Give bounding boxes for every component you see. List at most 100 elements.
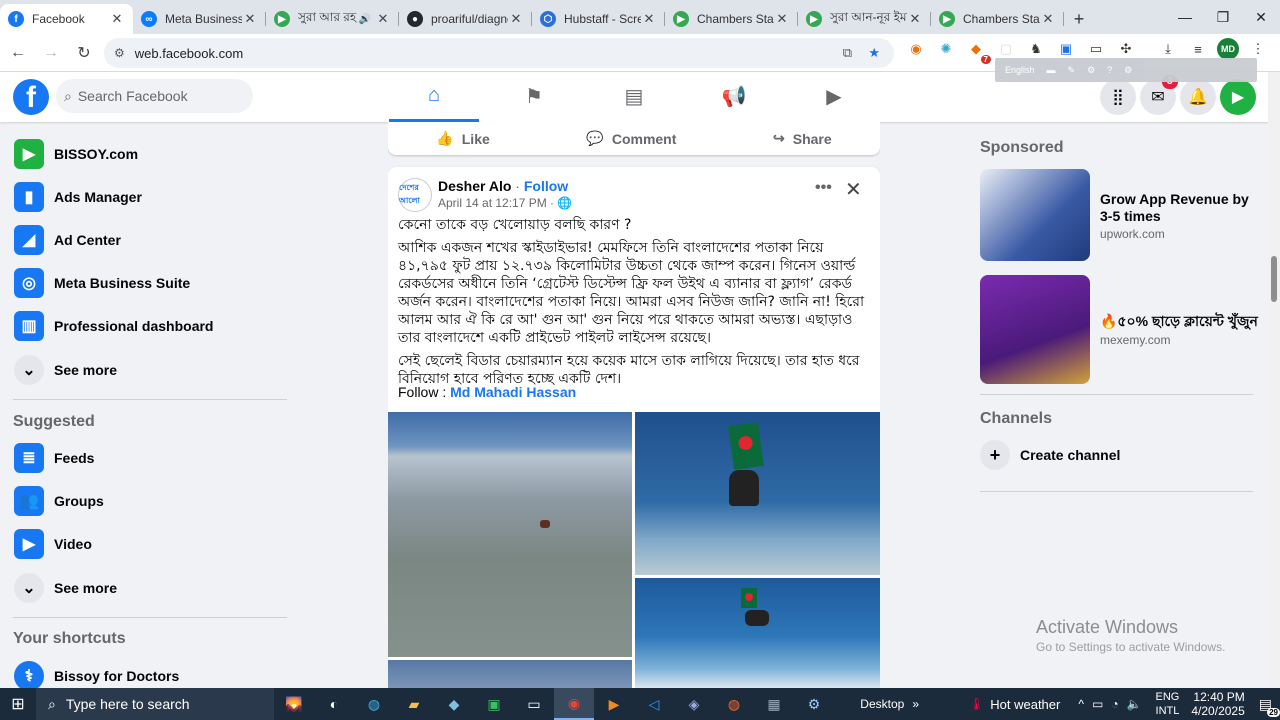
edge-icon[interactable]: ◍ [354,688,394,720]
post-photo-1[interactable] [388,412,632,657]
site-info-icon[interactable]: ⚙ [114,46,125,60]
browser-tab[interactable]: f Facebook ✕ [0,4,133,34]
nav-dashboard[interactable]: ▤ [589,72,679,120]
translate-icon[interactable]: ⚙ [1087,65,1095,76]
download-icon[interactable]: ⤓ [1157,38,1179,60]
menu-grid-button[interactable]: ⣿ [1100,79,1136,115]
close-tab-icon[interactable]: ✕ [109,11,125,27]
nav-home[interactable]: ⌂ [389,72,479,122]
ad-item[interactable]: Grow App Revenue by 3-5 times upwork.com [980,169,1260,279]
share-button[interactable]: ↪ Share [773,130,832,147]
close-window-icon[interactable]: ✕ [1242,0,1280,34]
sidebar-item[interactable]: ⌄ See more [8,350,288,390]
puzzle-icon[interactable]: ✣ [1115,38,1137,60]
close-tab-icon[interactable]: ✕ [375,11,391,27]
browser-tab[interactable]: ● proariful/diagno ✕ [399,4,532,34]
cast-icon[interactable]: ▭ [1085,38,1107,60]
browser-tab[interactable]: ▶ Chambers State✕ [665,4,798,34]
bookmark-star-icon[interactable]: ★ [868,45,880,61]
windows-start-icon[interactable]: ⊞ [0,688,36,720]
app-icon[interactable]: ◐ [314,688,354,720]
folder-icon[interactable]: ▰ [394,688,434,720]
extension-icon[interactable]: ▢ [995,38,1017,60]
volume-icon[interactable]: 🔈 [1127,697,1142,711]
chevron-icon[interactable]: » [912,697,919,711]
widget-icon[interactable]: 🌄 [274,688,314,720]
menu-icon[interactable]: ⋮ [1247,38,1269,60]
weather-icon[interactable]: 🌡 [969,697,984,711]
battery-icon[interactable]: ▭ [1092,697,1103,711]
extension-icon[interactable]: ◆ 7 [965,38,991,64]
taskbar-search[interactable]: ⌕ Type here to search [36,688,274,720]
extension-icon[interactable]: ♞ [1025,38,1047,60]
post-photo-4[interactable] [388,660,632,688]
page-scrollbar[interactable] [1268,72,1280,688]
app-icon[interactable]: ▭ [514,688,554,720]
facebook-logo[interactable]: f [13,79,49,115]
extension-icon[interactable]: ◉ [905,38,927,60]
minimize-icon[interactable]: — [1166,0,1204,34]
app-icon[interactable]: ◆ [434,688,474,720]
firefox-icon[interactable]: ◍ [714,688,754,720]
app-icon[interactable]: ▣ [474,688,514,720]
install-icon[interactable]: ⧉ [843,45,852,61]
vscode-icon[interactable]: ◁ [634,688,674,720]
audio-icon[interactable]: 🔊 [359,14,371,25]
weather-label[interactable]: Hot weather [990,697,1060,712]
post-photo-2[interactable] [635,412,880,575]
reload-icon[interactable]: ↻ [69,38,99,68]
sidebar-item[interactable]: ◎ Meta Business Suite [8,263,288,303]
nav-pages[interactable]: ⚑ [489,72,579,120]
browser-tab[interactable]: ▶ সুরা আর রহ 🔊 ✕ [266,4,399,34]
translate-toolbar[interactable]: English ▬ ✎ ⚙ ? ⚙ [995,58,1257,82]
sidebar-item[interactable]: ▶ BISSOY.com [8,134,288,174]
sidebar-item[interactable]: ◢ Ad Center [8,220,288,260]
new-tab-button[interactable]: + [1064,4,1094,34]
create-channel-button[interactable]: + Create channel [980,440,1120,470]
browser-tab[interactable]: ⬡ Hubstaff - Scree✕ [532,4,665,34]
page-avatar[interactable]: দেশের আলো [398,178,432,212]
comment-button[interactable]: 💬 Comment [586,130,676,147]
maximize-icon[interactable]: ❐ [1204,0,1242,34]
chrome-icon[interactable]: ◉ [554,688,594,720]
sidebar-item[interactable]: 👥 Groups [8,481,288,521]
url-bar[interactable]: ⚙ web.facebook.com ⧉ ★ [104,38,894,68]
search-input[interactable]: ⌕ Search Facebook [56,79,253,113]
sidebar-item[interactable]: ≣ Feeds [8,438,288,478]
post-photo-3[interactable] [635,578,880,688]
notification-center-icon[interactable]: ▤ 29 [1259,696,1280,717]
close-tab-icon[interactable]: ✕ [1040,11,1056,27]
desktop-label[interactable]: Desktop [860,697,904,711]
translate-icon[interactable]: ▬ [1047,65,1056,75]
browser-tab[interactable]: ▶ Chambers State✕ [931,4,1064,34]
clock[interactable]: 12:40 PM 4/20/2025 [1191,690,1244,718]
sublime-icon[interactable]: ▶ [594,688,634,720]
close-tab-icon[interactable]: ✕ [774,11,790,27]
extension-icon[interactable]: ▣ [1055,38,1077,60]
scrollbar-thumb[interactable] [1271,256,1277,302]
close-tab-icon[interactable]: ✕ [508,11,524,27]
network-icon[interactable]: ◔ [1111,697,1118,711]
post-timestamp[interactable]: April 14 at 12:17 PM · 🌐 [438,196,572,210]
forward-icon[interactable]: → [36,38,66,68]
app-icon[interactable]: ◈ [674,688,714,720]
profile-avatar[interactable]: MD [1217,38,1239,60]
ad-item[interactable]: 🔥৫০% ছাড়ে ক্লায়েন্ট খুঁজুন mexemy.com [980,275,1260,385]
translate-icon[interactable]: ? [1107,65,1112,75]
calculator-icon[interactable]: ▦ [754,688,794,720]
nav-video[interactable]: ▶ [789,72,879,120]
notifications-button[interactable]: 🔔 [1180,79,1216,115]
browser-tab[interactable]: ∞ Meta Business Su✕ [133,4,266,34]
close-tab-icon[interactable]: ✕ [242,11,258,27]
media-control-icon[interactable]: ≡ [1187,38,1209,60]
follow-link[interactable]: Md Mahadi Hassan [450,384,576,400]
account-avatar[interactable]: ▶ [1220,79,1256,115]
nav-ads[interactable]: 📢 [689,72,779,120]
hide-post-icon[interactable]: ✕ [845,177,862,202]
browser-tab[interactable]: ▶ সুরা আন-নূর ইমরান✕ [798,4,931,34]
sidebar-item[interactable]: ▮ Ads Manager [8,177,288,217]
tray-up-icon[interactable]: ^ [1078,697,1084,711]
close-tab-icon[interactable]: ✕ [641,11,657,27]
author-name[interactable]: Desher Alo [438,178,511,194]
translate-lang[interactable]: English [1005,65,1035,75]
